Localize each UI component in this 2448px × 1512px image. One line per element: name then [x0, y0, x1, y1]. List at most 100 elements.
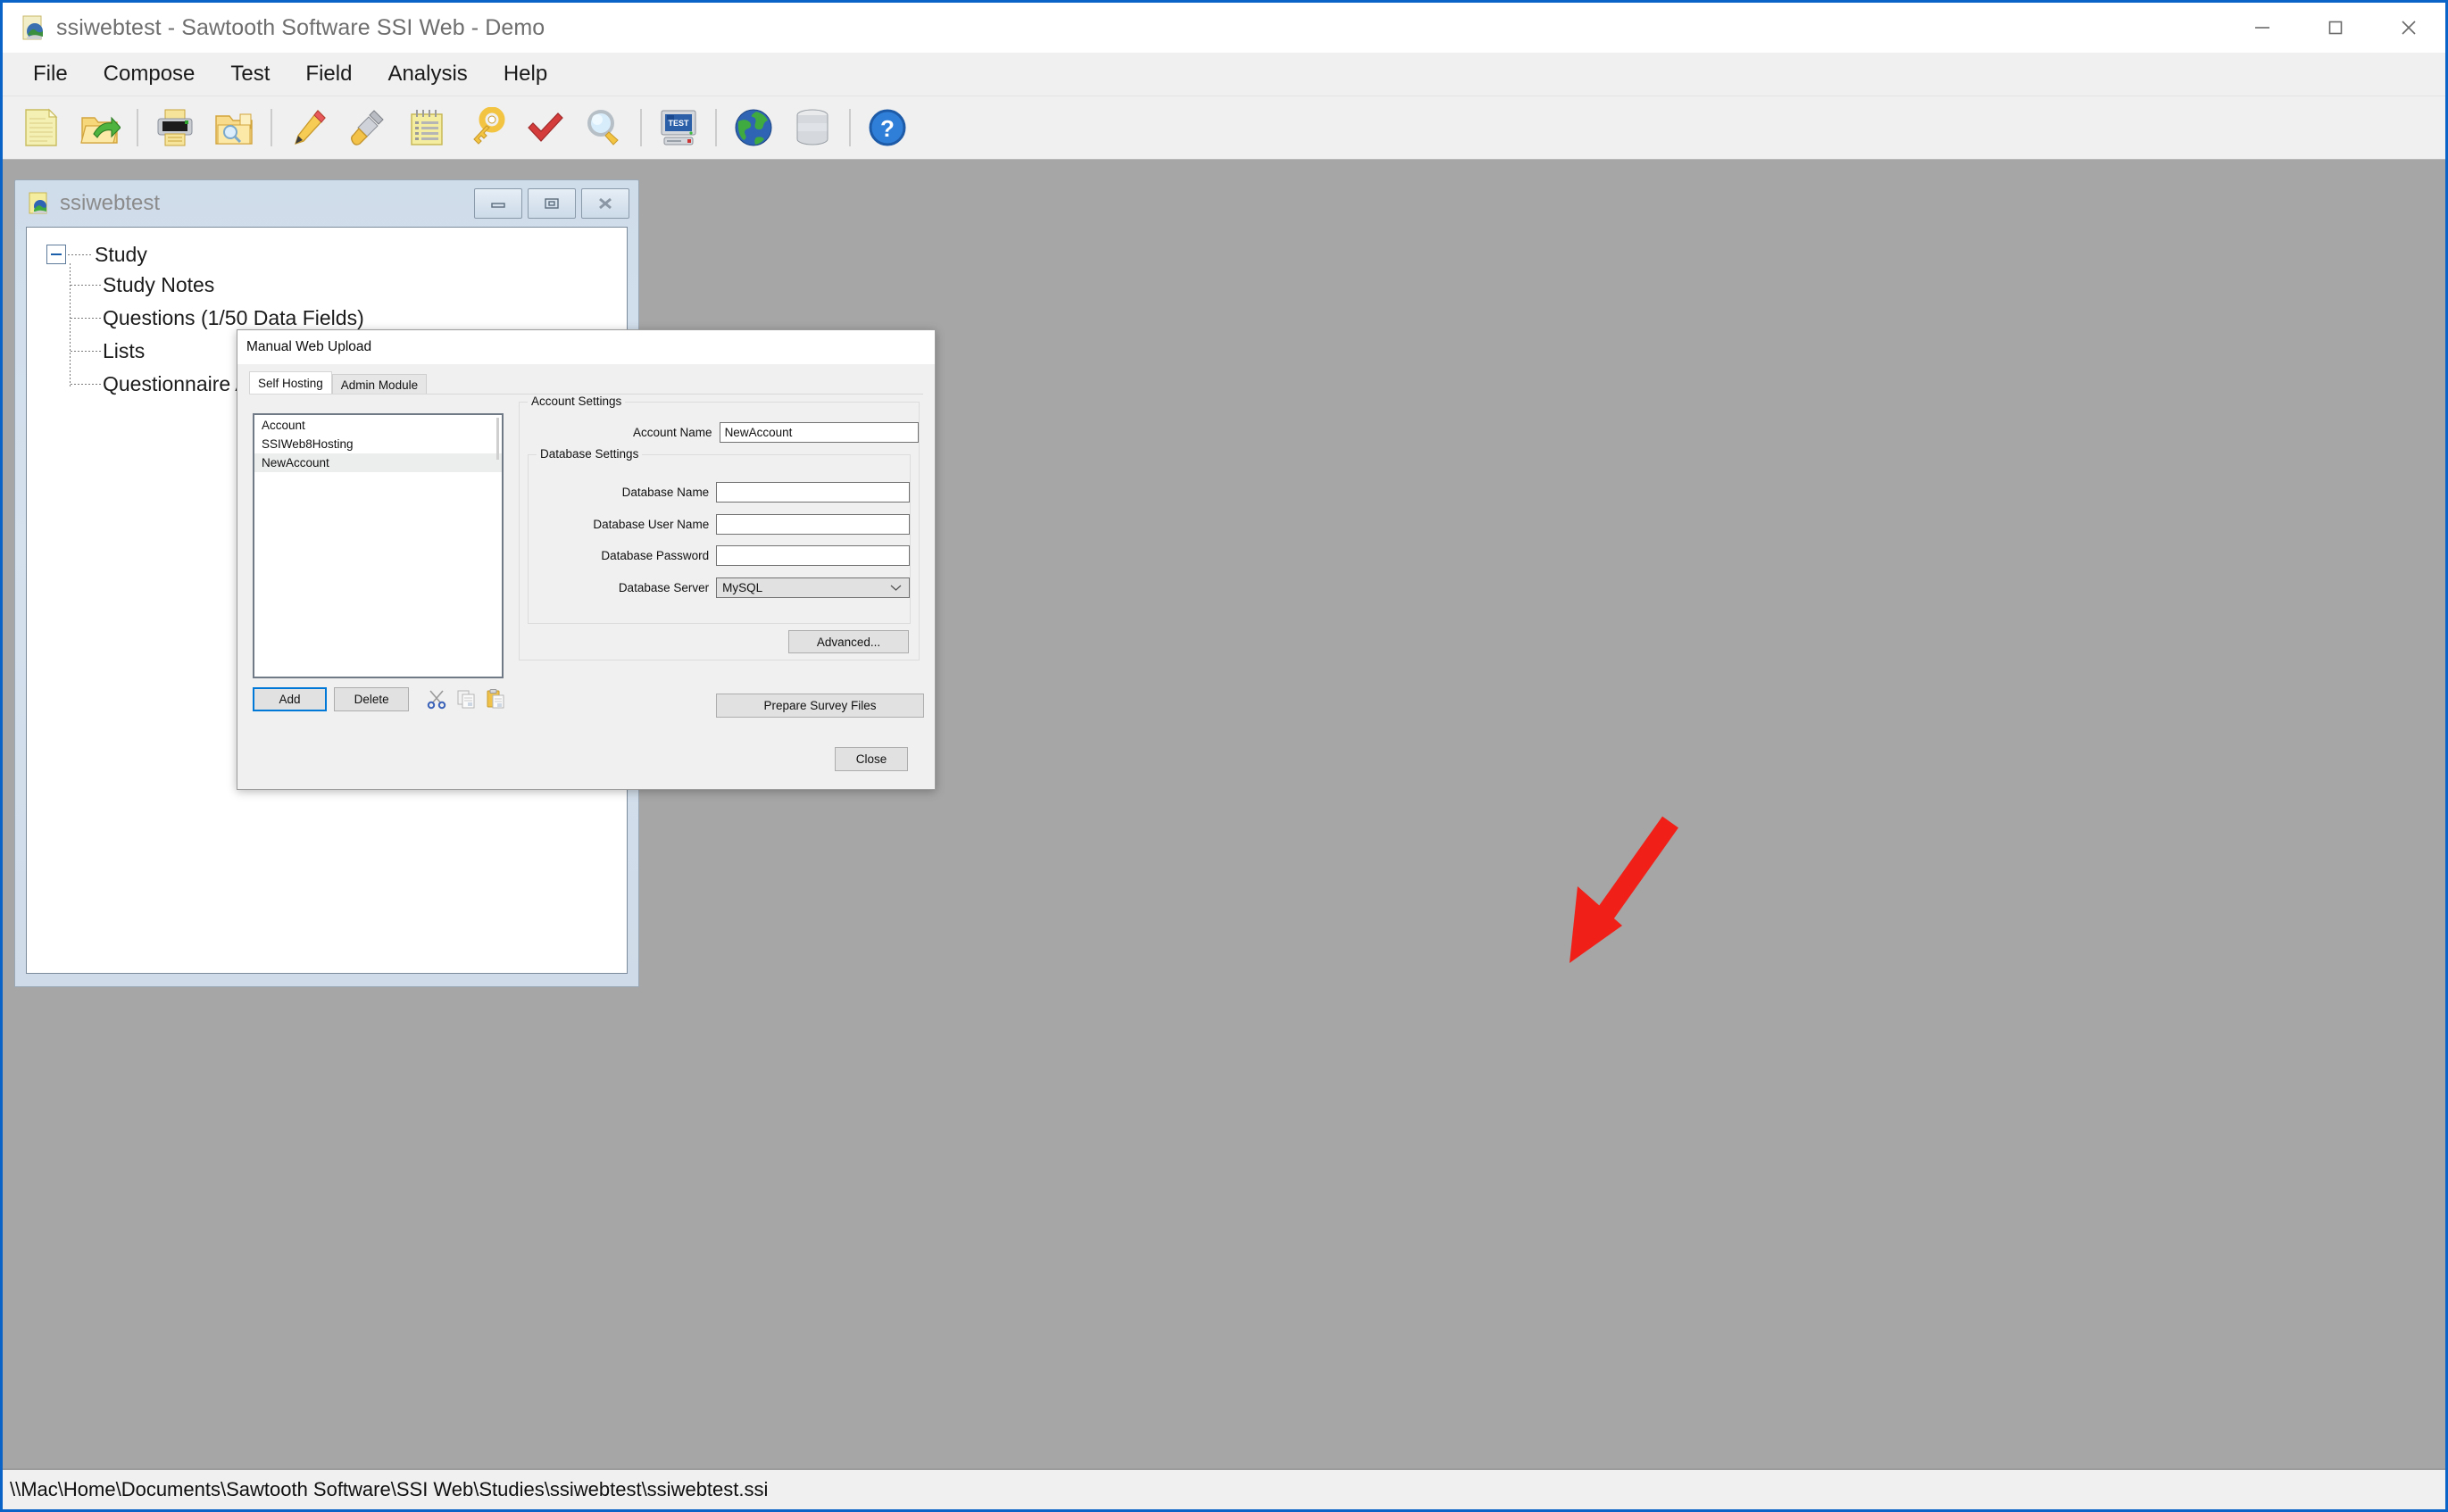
scissors-cut-icon[interactable]	[423, 686, 449, 711]
tab-self-hosting[interactable]: Self Hosting	[249, 371, 332, 395]
study-minimize-button[interactable]	[474, 188, 522, 219]
titlebar-left: ssiwebtest - Sawtooth Software SSI Web -…	[3, 14, 545, 41]
tree-connector	[71, 384, 101, 385]
dialog-body: Self Hosting Admin Module Account SSIWeb…	[237, 364, 935, 791]
account-settings-group: Account Settings Account Name NewAccount…	[519, 395, 920, 660]
menu-compose[interactable]: Compose	[86, 56, 213, 92]
test-monitor-icon[interactable]: TEST	[651, 100, 706, 155]
list-item[interactable]: NewAccount	[254, 453, 502, 472]
tree-node-study-notes[interactable]: Study Notes	[70, 269, 627, 302]
study-window-controls	[474, 188, 629, 219]
mdi-client-area: ssiwebtest Study Study Notes Questions (…	[3, 160, 2445, 1468]
toolbar-separator	[640, 109, 642, 146]
account-column-header: Account	[262, 419, 305, 432]
open-study-icon[interactable]	[72, 100, 128, 155]
database-password-row: Database Password	[529, 545, 910, 566]
account-name-row: Account Name NewAccount	[520, 422, 919, 443]
study-close-button[interactable]	[581, 188, 629, 219]
tree-node-study[interactable]: Study	[46, 240, 627, 269]
database-name-label: Database Name	[621, 486, 710, 499]
tree-connector	[71, 318, 101, 319]
advanced-button[interactable]: Advanced...	[788, 630, 909, 653]
account-name-input[interactable]: NewAccount	[719, 422, 919, 443]
database-icon[interactable]	[785, 100, 840, 155]
database-server-select[interactable]: MySQL	[716, 577, 910, 598]
database-settings-legend: Database Settings	[537, 447, 643, 461]
database-name-input[interactable]	[716, 482, 910, 503]
study-document-icon	[28, 192, 51, 215]
web-globe-icon[interactable]	[726, 100, 781, 155]
window-controls	[2226, 3, 2445, 53]
delete-account-button[interactable]: Delete	[334, 686, 410, 711]
chevron-down-icon	[890, 578, 902, 597]
print-preview-icon[interactable]	[206, 100, 262, 155]
dialog-tabstrip: Self Hosting Admin Module	[249, 371, 923, 395]
tree-connector	[71, 285, 101, 286]
manual-web-upload-dialog: Manual Web Upload Self Hosting Admin Mod…	[237, 329, 936, 790]
database-user-row: Database User Name	[529, 514, 910, 535]
tabpage-self-hosting: Account SSIWeb8Hosting NewAccount Add De…	[249, 394, 924, 782]
dialog-titlebar: Manual Web Upload	[237, 330, 935, 364]
study-window-title: ssiwebtest	[60, 191, 161, 215]
database-server-value: MySQL	[722, 581, 763, 594]
menu-file[interactable]: File	[15, 56, 86, 92]
tab-admin-module[interactable]: Admin Module	[331, 374, 428, 395]
paste-clipboard-icon[interactable]	[482, 686, 508, 711]
toolbar-separator	[849, 109, 851, 146]
database-settings-group: Database Settings Database Name Database…	[528, 447, 911, 624]
database-password-input[interactable]	[716, 545, 910, 566]
account-name-label: Account Name	[633, 426, 712, 439]
study-file-path: \\Mac\Home\Documents\Sawtooth Software\S…	[10, 1478, 769, 1500]
window-minimize-button[interactable]	[2226, 3, 2299, 53]
database-server-label: Database Server	[618, 581, 710, 594]
tree-label-study: Study	[95, 242, 147, 266]
account-list-toolbar: Add Delete	[253, 686, 512, 711]
listbox-scrollbar[interactable]	[496, 418, 499, 460]
database-name-row: Database Name	[529, 482, 910, 503]
window-close-button[interactable]	[2372, 3, 2445, 53]
password-key-icon[interactable]	[458, 100, 513, 155]
statusbar: \\Mac\Home\Documents\Sawtooth Software\S…	[3, 1468, 2445, 1509]
prepare-survey-files-button[interactable]: Prepare Survey Files	[716, 694, 924, 718]
svg-text:TEST: TEST	[668, 119, 689, 128]
database-server-row: Database Server MySQL	[529, 577, 910, 598]
compose-pencil-icon[interactable]	[281, 100, 337, 155]
account-listbox[interactable]: Account SSIWeb8Hosting NewAccount	[253, 413, 504, 678]
database-password-label: Database Password	[601, 549, 710, 562]
preview-magnifier-icon[interactable]	[576, 100, 631, 155]
menu-help[interactable]: Help	[486, 56, 565, 92]
study-restore-button[interactable]	[528, 188, 576, 219]
new-study-icon[interactable]	[13, 100, 69, 155]
questionnaire-notepad-icon[interactable]	[399, 100, 454, 155]
toolbar-separator	[271, 109, 272, 146]
toolbar-separator	[715, 109, 717, 146]
menu-analysis[interactable]: Analysis	[370, 56, 485, 92]
window-title: ssiwebtest - Sawtooth Software SSI Web -…	[56, 14, 545, 40]
tree-label-lists: Lists	[103, 339, 146, 362]
close-dialog-button[interactable]: Close	[835, 747, 908, 771]
database-user-label: Database User Name	[593, 518, 710, 531]
add-account-button[interactable]: Add	[253, 686, 328, 711]
copy-icon	[453, 686, 479, 711]
dialog-title: Manual Web Upload	[246, 339, 372, 354]
check-icon[interactable]	[517, 100, 572, 155]
menu-test[interactable]: Test	[212, 56, 287, 92]
help-icon[interactable]: ?	[860, 100, 915, 155]
tree-collapse-icon[interactable]	[46, 245, 66, 264]
list-item[interactable]: SSIWeb8Hosting	[254, 435, 502, 453]
globe-document-icon	[21, 14, 47, 41]
svg-text:?: ?	[880, 115, 895, 142]
tree-label-study-notes: Study Notes	[103, 273, 215, 296]
tree-connector	[68, 253, 93, 255]
menubar: File Compose Test Field Analysis Help	[3, 53, 2445, 96]
window-maximize-button[interactable]	[2299, 3, 2372, 53]
tree-connector	[71, 351, 101, 352]
menu-field[interactable]: Field	[287, 56, 370, 92]
account-settings-legend: Account Settings	[528, 395, 626, 408]
print-icon[interactable]	[147, 100, 203, 155]
study-window-titlebar: ssiwebtest	[15, 180, 638, 227]
window-titlebar: ssiwebtest - Sawtooth Software SSI Web -…	[3, 3, 2445, 53]
toolbar: TEST ?	[3, 96, 2445, 160]
database-user-input[interactable]	[716, 514, 910, 535]
settings-screwdriver-icon[interactable]	[340, 100, 396, 155]
